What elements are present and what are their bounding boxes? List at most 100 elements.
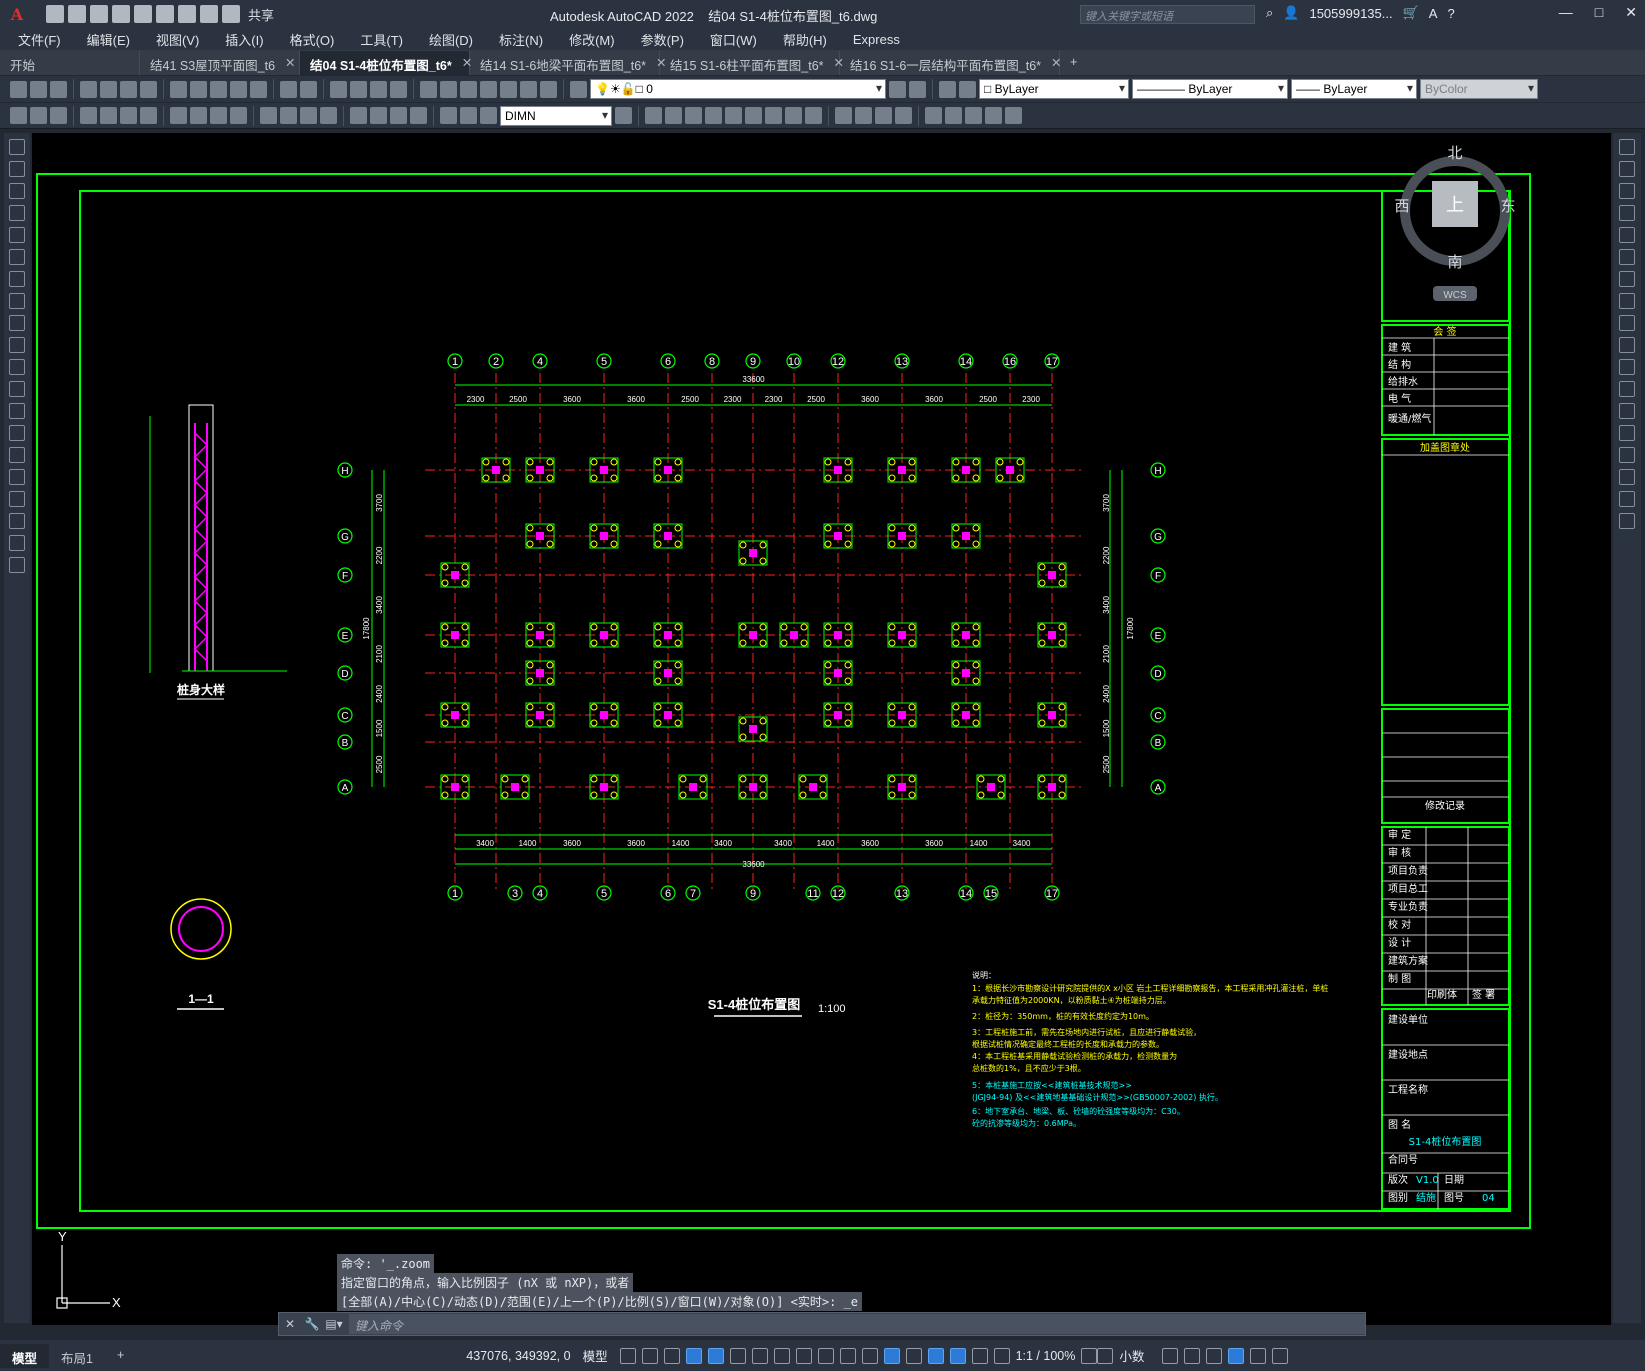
cut-icon[interactable] (170, 80, 187, 98)
menu-parametric[interactable]: 参数(P) (641, 30, 684, 49)
baseline-dim-icon[interactable] (280, 107, 297, 124)
construction-line-icon[interactable] (9, 161, 25, 177)
save-web-icon[interactable] (156, 5, 174, 23)
isolate-objects-icon[interactable] (1206, 1347, 1223, 1364)
selection-filter-icon[interactable] (927, 1347, 944, 1364)
close-button[interactable]: ✕ (1625, 4, 1637, 21)
rectangle-icon[interactable] (9, 227, 25, 243)
redo-icon[interactable] (222, 5, 240, 23)
erase-icon[interactable] (1619, 139, 1635, 155)
menu-edit[interactable]: 编辑(E) (87, 30, 130, 49)
close-icon[interactable]: ✕ (285, 55, 295, 75)
tolerance-icon[interactable] (350, 107, 367, 124)
viewcube-north[interactable]: 北 (1447, 145, 1462, 162)
visual-style-icon[interactable] (835, 107, 852, 124)
gizmo-icon[interactable] (949, 1347, 966, 1364)
measure-icon[interactable] (10, 107, 27, 124)
cart-icon[interactable]: 🛒 (1403, 5, 1419, 21)
coordinate-readout[interactable]: 437076, 349392, 0 (466, 1349, 570, 1363)
copy-object-icon[interactable] (1619, 161, 1635, 177)
user-name[interactable]: 1505999135... (1309, 6, 1392, 21)
autodesk-app-icon[interactable]: A (1429, 6, 1438, 21)
layout-tab-model[interactable]: 模型 (0, 1343, 50, 1368)
inspection-icon[interactable] (390, 107, 407, 124)
menu-file[interactable]: 文件(F) (18, 30, 61, 49)
undo-icon[interactable] (280, 80, 297, 98)
blend-curves-icon[interactable] (1619, 491, 1635, 507)
line-icon[interactable] (9, 139, 25, 155)
multiline-text-icon[interactable] (9, 535, 25, 551)
view-left-icon[interactable] (685, 107, 702, 124)
command-input[interactable]: 键入命令 (349, 1314, 1365, 1334)
transparency-icon[interactable] (839, 1347, 856, 1364)
linetype-dropdown[interactable]: ———— ByLayer (1132, 79, 1288, 99)
realistic-icon[interactable] (875, 107, 892, 124)
layer-properties-icon[interactable] (570, 80, 587, 98)
annotation-scale[interactable]: 1:1 / 100% (1016, 1349, 1076, 1363)
polar-icon[interactable] (729, 1347, 746, 1364)
quick-properties-icon[interactable] (1162, 1347, 1179, 1364)
lineweight-icon[interactable] (817, 1347, 834, 1364)
hardware-accel-icon[interactable] (1228, 1347, 1245, 1364)
infer-icon[interactable] (663, 1347, 680, 1364)
menu-modify[interactable]: 修改(M) (569, 30, 615, 49)
menu-dimension[interactable]: 标注(N) (499, 30, 543, 49)
shaded-icon[interactable] (855, 107, 872, 124)
zoom-previous-icon[interactable] (390, 80, 407, 98)
3d-osnap-icon[interactable] (883, 1347, 900, 1364)
plot-icon[interactable] (178, 5, 196, 23)
mirror-icon[interactable] (1619, 183, 1635, 199)
extend-icon[interactable] (1619, 359, 1635, 375)
undo-icon[interactable] (200, 5, 218, 23)
menu-express[interactable]: Express (853, 32, 900, 47)
dimstyle-icon[interactable] (615, 107, 632, 124)
pan-icon[interactable] (330, 80, 347, 98)
tab-drawing-active[interactable]: 结04 S1-4桩位布置图_t6* ✕ (300, 51, 472, 75)
menu-format[interactable]: 格式(O) (290, 30, 335, 49)
zoom-realtime-icon[interactable] (350, 80, 367, 98)
object-snap-tracking-icon[interactable] (773, 1347, 790, 1364)
design-center-icon[interactable] (440, 80, 457, 98)
new-tab-button[interactable]: + (1060, 51, 1090, 75)
search-input[interactable]: 键入关键字或短语 (1080, 5, 1255, 24)
selection-cycling-icon[interactable] (861, 1347, 878, 1364)
plus-icon[interactable] (1097, 1347, 1114, 1364)
join-icon[interactable] (1619, 425, 1635, 441)
ucs-icon[interactable] (925, 107, 942, 124)
break-at-point-icon[interactable] (1619, 381, 1635, 397)
sheet-set-icon[interactable] (480, 80, 497, 98)
maximize-button[interactable]: □ (1595, 4, 1603, 21)
customize-icon[interactable]: 🔧 (301, 1317, 323, 1331)
tab-start[interactable]: 开始 (0, 51, 140, 75)
layer-dropdown[interactable]: 💡☀🔓□ 0 (590, 79, 886, 99)
open-icon[interactable] (68, 5, 86, 23)
isodraft-icon[interactable] (751, 1347, 768, 1364)
preview-icon[interactable] (100, 80, 117, 98)
open-web-icon[interactable] (134, 5, 152, 23)
layer-match-icon[interactable] (939, 80, 956, 98)
move-icon[interactable] (1619, 249, 1635, 265)
dynamic-input-icon[interactable] (685, 1347, 702, 1364)
ortho-icon[interactable] (707, 1347, 724, 1364)
polyline-icon[interactable] (9, 183, 25, 199)
ucs-world-icon[interactable] (945, 107, 962, 124)
drawing-canvas[interactable]: 会 签 建 筑 结 构 给排水 电 气 暖通/燃气 加盖图章处 修改记录 审 定… (32, 133, 1611, 1325)
radius-dim-icon[interactable] (170, 107, 187, 124)
view-back-icon[interactable] (665, 107, 682, 124)
tab-drawing[interactable]: 结15 S1-6柱平面布置图_t6* ✕ (660, 51, 844, 75)
tab-drawing[interactable]: 结14 S1-6地梁平面布置图_t6* ✕ (470, 51, 667, 75)
snap-icon[interactable] (641, 1347, 658, 1364)
help-icon[interactable] (540, 80, 557, 98)
explode-icon[interactable] (1619, 513, 1635, 529)
plot-icon[interactable] (80, 80, 97, 98)
conceptual-icon[interactable] (895, 107, 912, 124)
menu-insert[interactable]: 插入(I) (225, 30, 263, 49)
menu-draw[interactable]: 绘图(D) (429, 30, 473, 49)
chamfer-icon[interactable] (1619, 447, 1635, 463)
viewcube-west[interactable]: 西 (1394, 198, 1409, 215)
menu-view[interactable]: 视图(V) (156, 30, 199, 49)
trim-icon[interactable] (1619, 337, 1635, 353)
add-layout-button[interactable]: + (105, 1344, 136, 1368)
continue-dim-icon[interactable] (300, 107, 317, 124)
layer-iso-icon[interactable] (959, 80, 976, 98)
